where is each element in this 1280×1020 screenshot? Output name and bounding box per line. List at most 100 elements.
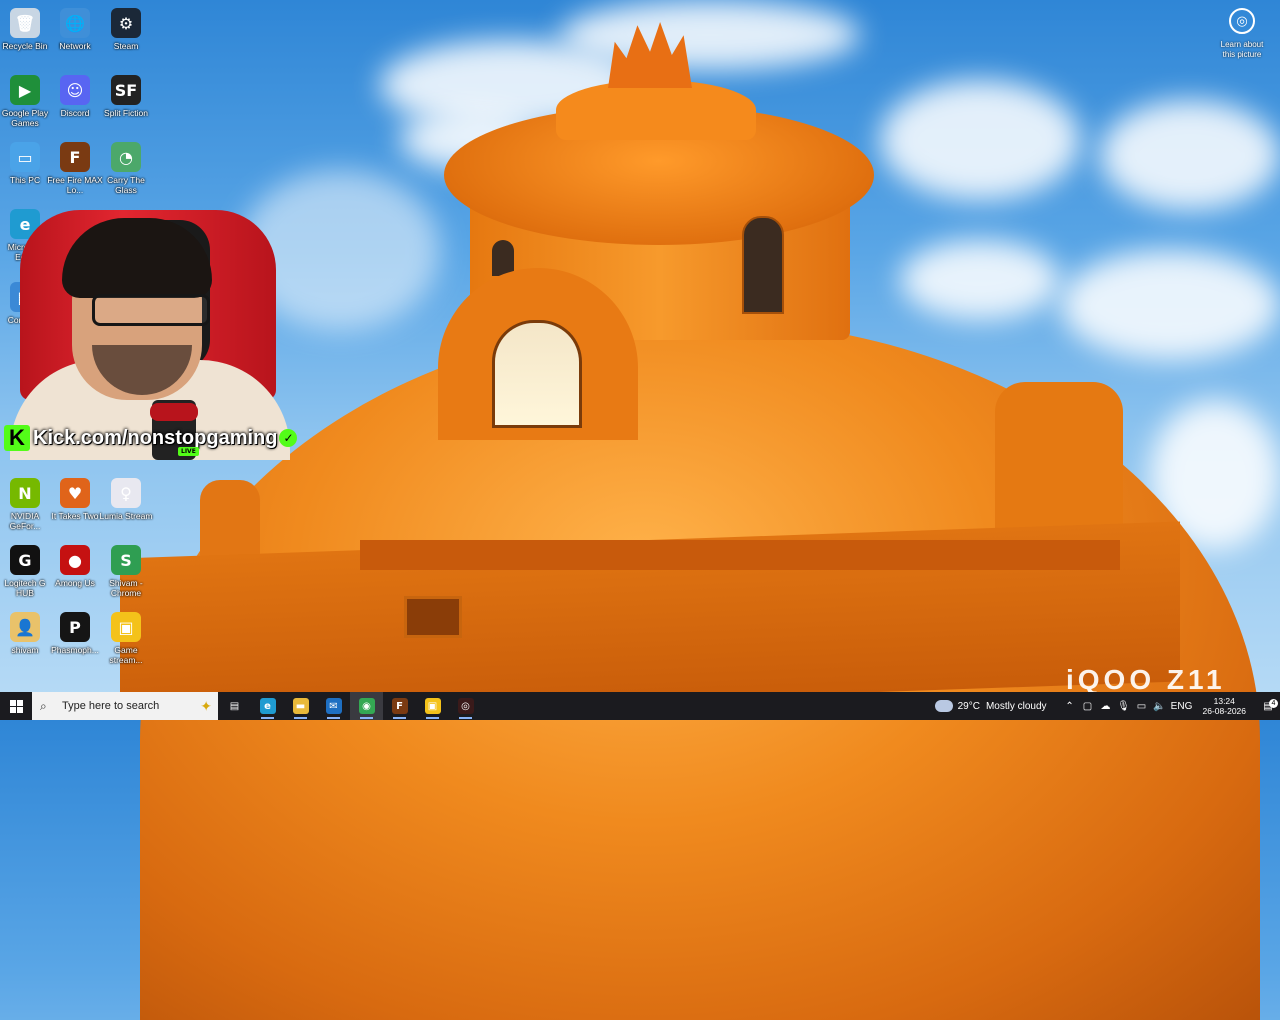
desktop-icon[interactable]: ♀ Lumia Stream	[99, 474, 153, 538]
desktop-icon[interactable]: S Shivam - Chrome	[101, 541, 151, 605]
desktop-icon[interactable]: ♥ It Takes Two	[50, 474, 100, 538]
start-button[interactable]	[0, 692, 32, 720]
webcam-overlay	[0, 210, 290, 460]
desktop-icon-label: Shivam - Chrome	[109, 578, 143, 598]
desktop-icon-label: Free Fire MAX Lo...	[47, 175, 103, 195]
learn-about-picture[interactable]: ◎ Learn about this picture	[1214, 8, 1270, 60]
streamer-glasses	[92, 294, 210, 326]
desktop-icon[interactable]: G Logitech G HUB	[0, 541, 50, 605]
microphone-icon[interactable]: 🎙	[1116, 701, 1132, 712]
chrome-icon: ◉	[358, 698, 375, 714]
split-fiction-icon: SF	[111, 75, 141, 105]
cloud-sync-icon[interactable]: ☁	[1098, 701, 1114, 712]
wallpaper-base-ledge	[360, 540, 1120, 570]
desktop-icon-label: Google Play Games	[1, 108, 49, 128]
desktop-icon[interactable]: ▶ Google Play Games	[0, 71, 50, 135]
desktop-icon[interactable]: ● Among Us	[50, 541, 100, 605]
desktop-icon-label: Game stream...	[109, 645, 143, 665]
wallpaper-vent	[404, 596, 462, 638]
live-badge: LIVE	[178, 447, 199, 456]
desktop-icon[interactable]: ▭ This PC	[0, 138, 50, 202]
folder-icon: ▬	[292, 698, 309, 714]
taskbar-app-chrome[interactable]: ◉	[350, 692, 383, 720]
desktop-icon[interactable]: P Phasmoph...	[50, 608, 100, 672]
desktop-icon-label: Discord	[60, 108, 90, 118]
desktop-icon-label: Lumia Stream	[99, 511, 153, 521]
task-view-icon: ▤	[229, 700, 240, 712]
desktop-icon[interactable]: ⚙ Steam	[101, 4, 151, 68]
desktop-icon[interactable]: ▣ Game stream...	[101, 608, 151, 672]
taskbar-app-obs[interactable]: ◎	[449, 692, 482, 720]
wallpaper-side-tower	[995, 382, 1123, 542]
tray-app-icon[interactable]: ▢	[1080, 701, 1096, 712]
free-fire-icon: F	[391, 698, 408, 714]
mail-icon: ✉	[325, 698, 342, 714]
taskbar-app-free-fire[interactable]: F	[383, 692, 416, 720]
steam-icon: ⚙	[111, 8, 141, 38]
nvidia-icon: N	[10, 478, 40, 508]
learn-about-label: Learn about this picture	[1220, 40, 1264, 59]
chrome-profile-icon: S	[111, 545, 141, 575]
desktop-icon[interactable]: ◔ Carry The Glass	[101, 138, 151, 202]
desktop-icon[interactable]: 🗑 Recycle Bin	[0, 4, 50, 68]
taskbar-app-outlook[interactable]: ✉	[317, 692, 350, 720]
wallpaper-window	[742, 216, 784, 314]
taskbar-app-game-stream[interactable]: ▣	[416, 692, 449, 720]
free-fire-icon: F	[60, 142, 90, 172]
carry-the-glass-icon: ◔	[111, 142, 141, 172]
notification-count: 4	[1269, 698, 1278, 708]
desktop-icon-label: It Takes Two	[51, 511, 99, 521]
desktop-icon-label: Recycle Bin	[2, 41, 48, 51]
desktop-icon[interactable]: F Free Fire MAX Lo...	[47, 138, 103, 202]
desktop-icon[interactable]: 🌐 Network	[50, 4, 100, 68]
desktop-icon-label: Split Fiction	[104, 108, 148, 118]
search-highlight-icon: ✦	[200, 697, 212, 714]
network-icon[interactable]: ▭	[1134, 701, 1150, 712]
game-stream-icon: ▣	[111, 612, 141, 642]
desktop-icon[interactable]: ☺ Discord	[50, 71, 100, 135]
microphone-grille	[150, 403, 198, 421]
it-takes-two-icon: ♥	[60, 478, 90, 508]
logitech-ghub-icon: G	[10, 545, 40, 575]
network-icon: 🌐	[60, 8, 90, 38]
verified-check-icon: ✓	[279, 429, 298, 447]
wallpaper-cap	[556, 80, 756, 140]
camera-info-icon: ◎	[1229, 8, 1255, 34]
search-icon: ⌕	[40, 699, 47, 713]
desktop-icon-label: Among Us	[55, 578, 95, 588]
language-indicator[interactable]: ENG	[1170, 701, 1194, 712]
phasmophobia-icon: P	[60, 612, 90, 642]
google-play-games-icon: ▶	[10, 75, 40, 105]
notification-center[interactable]: ▤ 4	[1256, 698, 1280, 712]
search-placeholder: Type here to search	[62, 700, 160, 712]
desktop-icon[interactable]: SF Split Fiction	[101, 71, 151, 135]
clock-date: 26-08-2026	[1202, 706, 1246, 716]
desktop-icon-label: This PC	[9, 175, 41, 185]
chevron-up-icon[interactable]: ⌃	[1062, 701, 1078, 712]
desktop-icon[interactable]: 👤 shivam	[0, 608, 50, 672]
taskbar-apps: ▤ e ▬ ✉ ◉ F ▣ ◎	[218, 692, 482, 720]
lumia-stream-icon: ♀	[111, 478, 141, 508]
desktop-icon-label: Logitech G HUB	[4, 578, 46, 598]
recycle-bin-icon: 🗑	[10, 8, 40, 38]
clock-time: 13:24	[1213, 696, 1235, 706]
desktop-icon[interactable]: N NVIDIA GeFor...	[0, 474, 50, 538]
cloud-icon	[934, 700, 953, 712]
taskbar-app-edge[interactable]: e	[251, 692, 284, 720]
kick-channel-text: Kick.com/nonstopgaming	[33, 426, 278, 449]
clock[interactable]: 13:24 26-08-2026	[1203, 696, 1246, 716]
desktop-icon-label: shivam	[11, 645, 39, 655]
user-folder-icon: 👤	[10, 612, 40, 642]
taskbar-app-task-view[interactable]: ▤	[218, 692, 251, 720]
volume-icon[interactable]: 🔈	[1152, 701, 1168, 712]
weather-widget[interactable]: 29°C Mostly cloudy	[934, 700, 1047, 712]
taskbar: ⌕ Type here to search ✦ ▤ e ▬ ✉ ◉ F ▣ ◎ 29°C Mo…	[0, 692, 1280, 720]
edge-icon: e	[259, 698, 276, 714]
taskbar-app-file-explorer[interactable]: ▬	[284, 692, 317, 720]
windows-logo-icon	[9, 699, 23, 713]
desktop-icon-label: Steam	[113, 41, 139, 51]
taskbar-search[interactable]: ⌕ Type here to search ✦	[32, 692, 218, 720]
system-tray: 29°C Mostly cloudy ⌃ ▢ ☁ 🎙 ▭ 🔈 ENG 13:24…	[934, 692, 1280, 720]
desktop-icon-label: Network	[59, 41, 91, 51]
kick-logo-icon: K	[4, 425, 30, 451]
